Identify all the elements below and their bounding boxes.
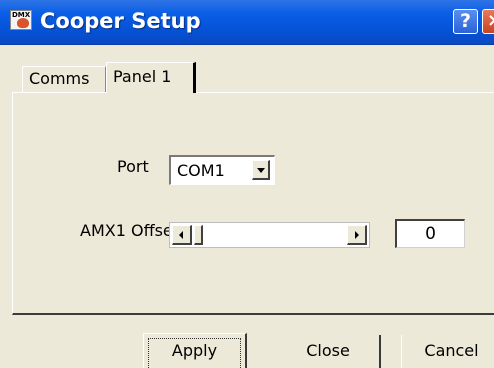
port-label: Port <box>117 157 149 176</box>
chevron-down-icon <box>257 168 265 173</box>
amx1-offset-value[interactable]: 0 <box>395 219 465 248</box>
amx1-offset-label: AMX1 Offset <box>80 221 180 240</box>
tab-panel-1[interactable]: Panel 1 <box>106 62 196 93</box>
tab-comms[interactable]: Comms <box>22 66 106 92</box>
cancel-button[interactable]: Cancel <box>401 335 494 368</box>
port-select[interactable]: COM1 <box>169 155 275 185</box>
arrow-right-icon <box>355 231 359 239</box>
app-icon: DMX <box>10 10 32 30</box>
apply-button[interactable]: Apply <box>143 333 247 368</box>
scrollbar-thumb[interactable] <box>194 225 203 245</box>
port-select-value: COM1 <box>177 161 225 180</box>
flame-icon <box>17 18 29 28</box>
amx1-offset-scrollbar[interactable] <box>169 222 370 248</box>
scroll-left-button[interactable] <box>172 225 192 245</box>
scroll-right-button[interactable] <box>347 225 367 245</box>
title-bar[interactable]: DMX Cooper Setup ? × <box>0 0 494 45</box>
apply-button-label: Apply <box>171 341 218 360</box>
tab-panel <box>12 92 494 315</box>
window-title: Cooper Setup <box>40 9 201 33</box>
help-button[interactable]: ? <box>453 9 478 34</box>
close-button[interactable]: Close <box>277 335 381 368</box>
port-dropdown-button[interactable] <box>252 160 270 180</box>
arrow-left-icon <box>179 231 183 239</box>
close-window-button[interactable]: × <box>482 9 494 34</box>
